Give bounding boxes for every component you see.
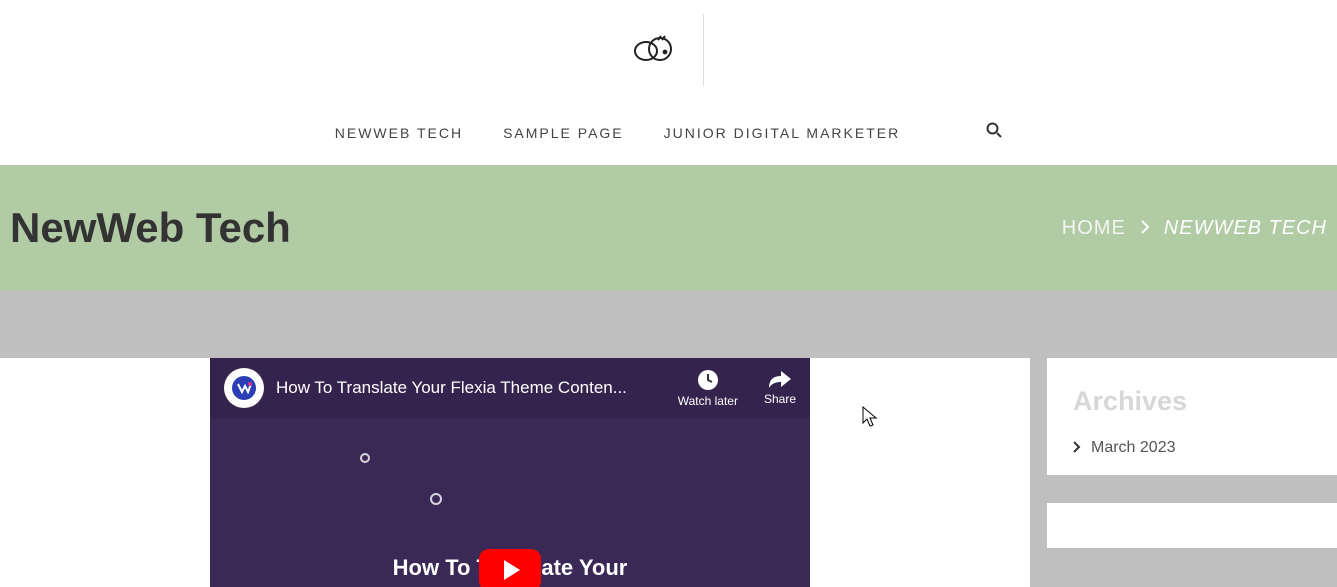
video-play-button[interactable] — [479, 549, 541, 587]
sidebar-archives-title: Archives — [1073, 386, 1311, 417]
nav-item-newweb-tech[interactable]: NEWWEB TECH — [335, 125, 463, 141]
chevron-right-icon — [1140, 217, 1150, 240]
page-body: How To Translate Your Flexia Theme Conte… — [0, 291, 1337, 587]
chevron-right-icon — [1073, 440, 1081, 456]
decorative-circle — [360, 453, 370, 463]
video-title[interactable]: How To Translate Your Flexia Theme Conte… — [276, 378, 666, 398]
video-share-button[interactable]: Share — [764, 368, 796, 408]
video-watch-later-label: Watch later — [678, 394, 738, 408]
content-card: How To Translate Your Flexia Theme Conte… — [0, 358, 1030, 587]
video-channel-avatar[interactable] — [224, 368, 264, 408]
page-title: NewWeb Tech — [10, 204, 291, 252]
video-body: How To Translate Your — [210, 418, 810, 587]
breadcrumb: HOME NEWWEB TECH — [1062, 217, 1327, 240]
breadcrumb-home[interactable]: HOME — [1062, 217, 1126, 240]
search-icon[interactable] — [986, 122, 1002, 143]
site-logo-icon[interactable] — [633, 34, 673, 67]
video-header: How To Translate Your Flexia Theme Conte… — [210, 358, 810, 418]
nav-item-sample-page[interactable]: SAMPLE PAGE — [503, 125, 624, 141]
sidebar-archive-label: March 2023 — [1091, 439, 1176, 457]
main-nav: NEWWEB TECH SAMPLE PAGE JUNIOR DIGITAL M… — [0, 100, 1337, 165]
main-column: How To Translate Your Flexia Theme Conte… — [0, 358, 1030, 587]
nav-item-junior-digital-marketer[interactable]: JUNIOR DIGITAL MARKETER — [664, 125, 901, 141]
sidebar-card — [1047, 503, 1337, 548]
decorative-circle — [430, 493, 442, 505]
breadcrumb-current: NEWWEB TECH — [1164, 217, 1327, 240]
page-title-strip: NewWeb Tech HOME NEWWEB TECH — [0, 165, 1337, 291]
sidebar-archives-card: Archives March 2023 — [1047, 358, 1337, 475]
sidebar: Archives March 2023 — [1047, 358, 1337, 587]
video-share-label: Share — [764, 392, 796, 406]
sidebar-archive-link[interactable]: March 2023 — [1073, 439, 1311, 457]
video-watch-later-button[interactable]: Watch later — [678, 368, 738, 408]
header-divider — [703, 14, 704, 86]
video-embed[interactable]: How To Translate Your Flexia Theme Conte… — [210, 358, 810, 587]
header-logo-bar — [0, 0, 1337, 100]
